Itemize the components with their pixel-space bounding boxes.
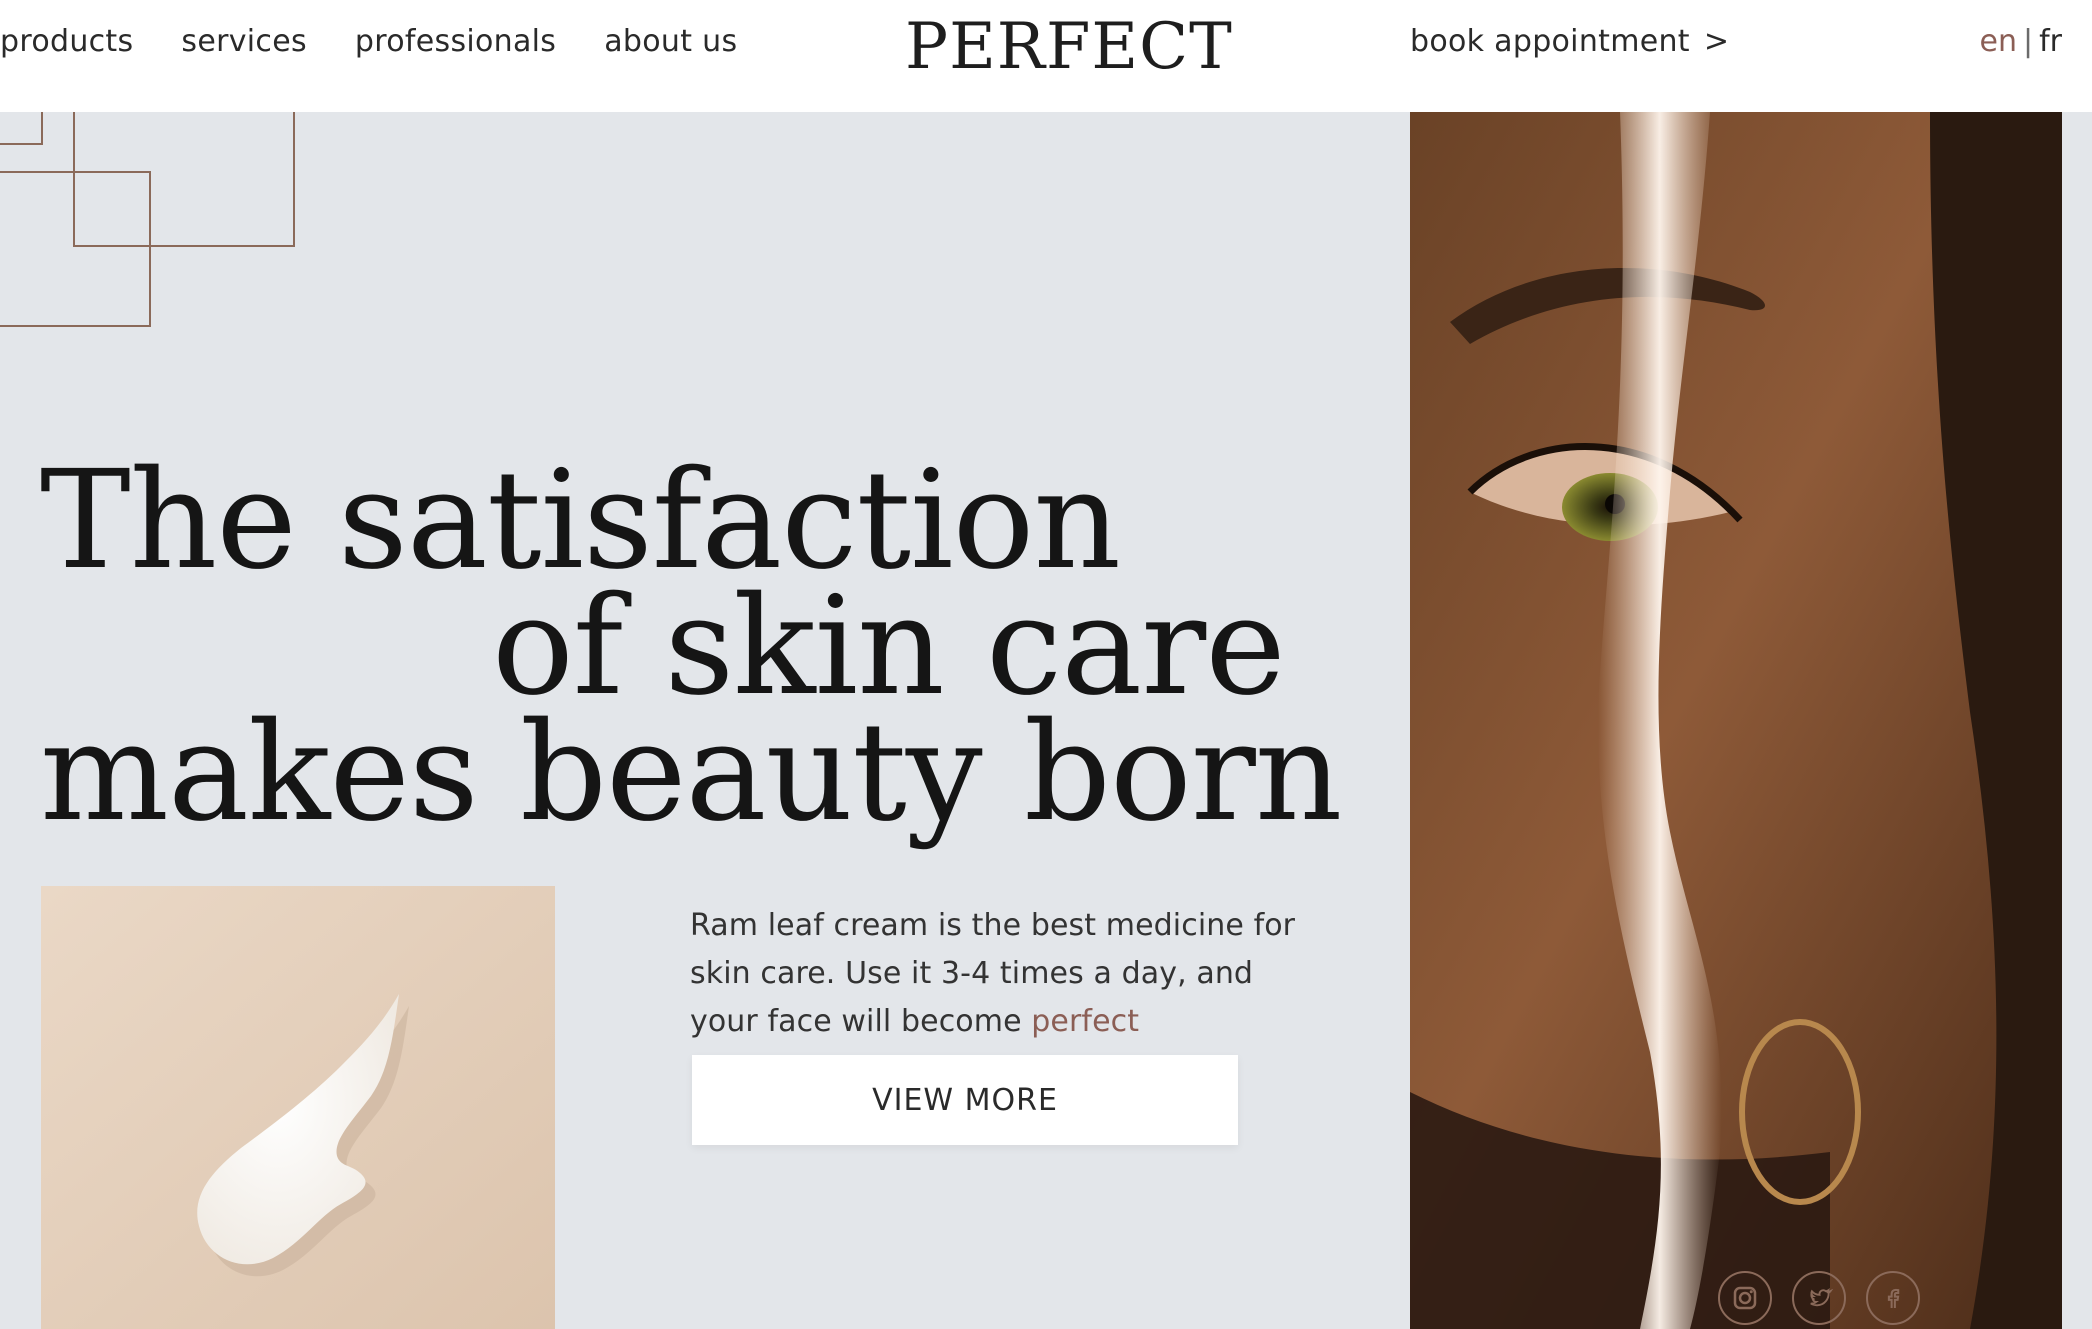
main-nav: products services professionals about us — [0, 24, 737, 59]
site-header: products services professionals about us… — [0, 0, 2092, 112]
headline-line-1: The satisfaction — [40, 442, 1121, 601]
hero-description-text: Ram leaf cream is the best medicine for … — [690, 908, 1296, 1039]
nav-professionals-link[interactable]: professionals — [355, 24, 556, 59]
headline-line-2: of skin care — [492, 568, 1286, 727]
hero-description-accent: perfect — [1031, 1004, 1140, 1039]
twitter-icon[interactable] — [1792, 1271, 1846, 1325]
instagram-glyph — [1733, 1286, 1757, 1310]
nav-about-us-link[interactable]: about us — [604, 24, 737, 59]
hero-description: Ram leaf cream is the best medicine for … — [690, 902, 1310, 1046]
cream-swatch-image — [41, 886, 555, 1329]
model-portrait-image — [1410, 112, 2062, 1329]
facebook-icon[interactable] — [1866, 1271, 1920, 1325]
lang-en-link[interactable]: en — [1980, 24, 2017, 59]
hero-headline: The satisfaction of skin care makes beau… — [40, 442, 1342, 853]
instagram-icon[interactable] — [1718, 1271, 1772, 1325]
brand-logo[interactable]: PERFECT — [905, 10, 1233, 84]
facebook-glyph — [1887, 1288, 1900, 1308]
lang-separator: | — [2022, 24, 2034, 59]
decorative-squares — [0, 112, 295, 327]
hero-section: The satisfaction of skin care makes beau… — [0, 112, 2092, 1329]
language-switcher: en | fr — [1980, 24, 2063, 59]
chevron-right-icon: > — [1703, 24, 1730, 59]
lang-fr-link[interactable]: fr — [2039, 24, 2062, 59]
social-links — [1718, 1271, 1920, 1325]
twitter-glyph — [1810, 1288, 1834, 1307]
book-appointment-label: book appointment — [1410, 24, 1690, 59]
nav-products-link[interactable]: products — [0, 24, 133, 59]
nav-services-link[interactable]: services — [181, 24, 307, 59]
book-appointment-link[interactable]: book appointment > — [1410, 24, 1729, 59]
headline-line-3: makes beauty born — [40, 694, 1342, 853]
view-more-button[interactable]: VIEW MORE — [692, 1055, 1238, 1145]
